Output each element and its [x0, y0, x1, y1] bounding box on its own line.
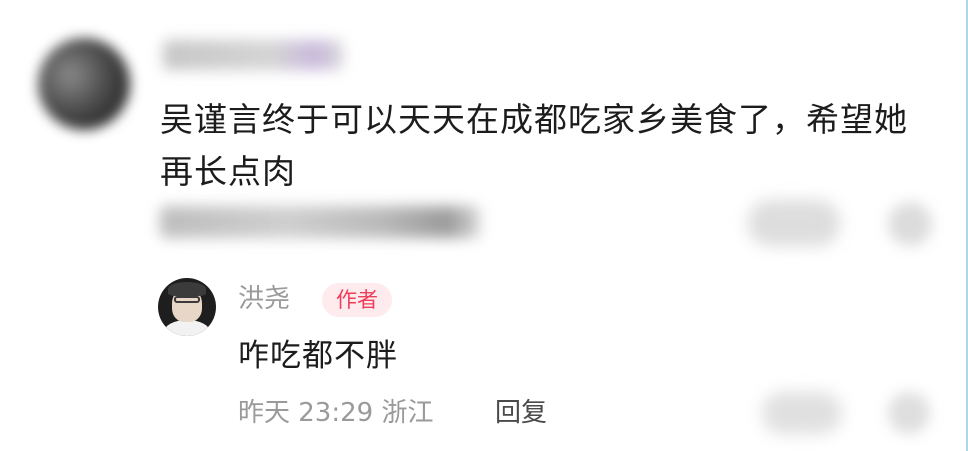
- like-button[interactable]: [762, 392, 842, 434]
- comment-username-obscured[interactable]: [163, 40, 343, 70]
- avatar[interactable]: [38, 38, 130, 130]
- reply-button[interactable]: 回复: [495, 393, 547, 433]
- comment-text: 吴谨言终于可以天天在成都吃家乡美食了，希望她 再长点肉: [160, 94, 930, 198]
- avatar[interactable]: [158, 278, 216, 336]
- like-button[interactable]: [748, 200, 840, 246]
- comment-text-line: 吴谨言终于可以天天在成都吃家乡美食了，希望她: [160, 100, 908, 139]
- more-button[interactable]: [888, 392, 930, 434]
- comment-text-line: 再长点肉: [160, 152, 296, 191]
- reply-text: 咋吃都不胖: [238, 338, 398, 374]
- reply-meta: 昨天 23:29 浙江: [238, 398, 434, 428]
- reply-username[interactable]: 洪尧: [238, 281, 290, 317]
- comment-meta-obscured: [160, 206, 480, 238]
- author-badge: 作者: [322, 283, 392, 317]
- more-button[interactable]: [888, 202, 932, 246]
